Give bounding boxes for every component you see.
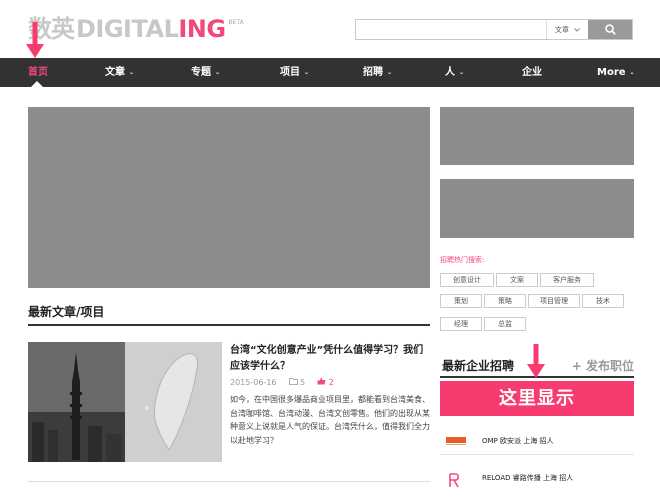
hot-tag[interactable]: 策划 <box>440 294 482 308</box>
hero-banner[interactable] <box>28 107 430 288</box>
company-logo-icon <box>449 473 460 488</box>
arrow-down-icon <box>26 22 44 58</box>
main-nav: 首页 文章 ⌄ 专题 ⌄ 项目 ⌄ 招聘 ⌄ 人 ⌄ 企业 More ⌄ <box>0 58 660 87</box>
nav-label: 招聘 <box>363 67 383 78</box>
hot-tag[interactable]: 技术 <box>582 294 624 308</box>
section-title: 最新文章/项目 <box>28 303 430 326</box>
thumbs-up-icon <box>317 377 326 385</box>
search-icon <box>604 20 616 39</box>
nav-label: 人 <box>445 67 455 78</box>
company-item[interactable]: OMP 欧安派 上海 招人 <box>440 429 634 455</box>
nav-item-people[interactable]: 人 ⌄ <box>445 58 464 87</box>
arrow-down-icon <box>527 344 545 378</box>
chevron-down-icon: ⌄ <box>387 69 393 76</box>
sidebar-ad-1[interactable] <box>440 107 634 165</box>
hot-tag[interactable]: 创意设计 <box>440 273 494 287</box>
company-logo-icon <box>446 437 466 445</box>
search-scope-select[interactable]: 文章 <box>546 20 588 39</box>
article-meta: 2015-06-16 5 2 <box>230 377 334 387</box>
nav-label: 文章 <box>105 67 125 78</box>
hot-tag[interactable]: 策略 <box>484 294 526 308</box>
logo-digital-text: DIGITAL <box>76 15 179 43</box>
nav-label: 项目 <box>280 67 300 78</box>
post-job-link[interactable]: + 发布职位 <box>572 357 634 374</box>
search-bar: 文章 <box>355 19 633 40</box>
taiwan-map-image <box>125 342 222 462</box>
company-name: RELOAD 睿路传播 上海 招人 <box>482 474 574 482</box>
article-description: 如今，在中国很多爆品商业项目里，都能看到台湾美食、台湾咖啡馆、台湾动漫、台湾文创… <box>230 395 430 445</box>
nav-label: 首页 <box>28 67 48 78</box>
nav-item-jobs[interactable]: 招聘 ⌄ <box>363 58 392 87</box>
like-count[interactable]: 2 <box>317 377 334 387</box>
chevron-down-icon: ⌄ <box>629 69 635 76</box>
company-item[interactable]: RELOAD 睿路传播 上海 招人 <box>440 466 634 494</box>
chevron-down-icon: ⌄ <box>215 69 221 76</box>
logo-beta-badge: BETA <box>228 19 244 26</box>
chevron-down-icon: ⌄ <box>304 69 310 76</box>
hot-tag[interactable]: 文案 <box>496 273 538 287</box>
nav-item-companies[interactable]: 企业 <box>522 58 542 87</box>
folder-icon <box>288 378 298 385</box>
nav-label: 企业 <box>522 67 542 78</box>
nav-item-more[interactable]: More ⌄ <box>597 58 635 87</box>
recruit-title: 最新企业招聘 <box>442 359 515 373</box>
company-name: OMP 欧安派 上海 招人 <box>482 437 554 445</box>
article-date: 2015-06-16 <box>230 377 277 387</box>
nav-item-articles[interactable]: 文章 ⌄ <box>105 58 134 87</box>
chevron-down-icon <box>574 26 580 34</box>
divider <box>28 481 430 482</box>
nav-item-projects[interactable]: 项目 ⌄ <box>280 58 309 87</box>
hot-tag[interactable]: 经理 <box>440 317 482 331</box>
site-logo[interactable]: 数英 DIGITAL ING BETA <box>28 14 244 44</box>
nav-label: 专题 <box>191 67 211 78</box>
taipei-skyline-image <box>28 342 125 462</box>
comment-count-value: 5 <box>300 378 306 387</box>
like-count-value: 2 <box>328 378 334 387</box>
sidebar-ad-2[interactable] <box>440 179 634 238</box>
article-card: 台湾“文化创意产业”凭什么值得学习？我们应该学什么？ 2015-06-16 5 … <box>28 342 430 462</box>
hot-tag[interactable]: 总监 <box>484 317 526 331</box>
nav-item-topics[interactable]: 专题 ⌄ <box>191 58 220 87</box>
logo-ing-text: ING <box>178 15 226 43</box>
search-input[interactable] <box>356 20 546 39</box>
chevron-down-icon: ⌄ <box>459 69 465 76</box>
chevron-down-icon: ⌄ <box>129 69 135 76</box>
search-button[interactable] <box>588 20 632 39</box>
hot-tag[interactable]: 项目管理 <box>528 294 580 308</box>
active-tab-indicator <box>31 81 43 87</box>
comment-count[interactable]: 5 <box>288 377 306 387</box>
article-thumbnail[interactable] <box>28 342 222 462</box>
article-title[interactable]: 台湾“文化创意产业”凭什么值得学习？我们应该学什么？ <box>230 343 430 375</box>
hot-search-title: 招聘热门搜索: <box>440 256 485 264</box>
hot-tag[interactable]: 客户服务 <box>540 273 594 287</box>
search-scope-label: 文章 <box>555 25 569 34</box>
nav-label: More <box>597 67 626 78</box>
highlight-banner: 这里显示 <box>440 381 634 416</box>
